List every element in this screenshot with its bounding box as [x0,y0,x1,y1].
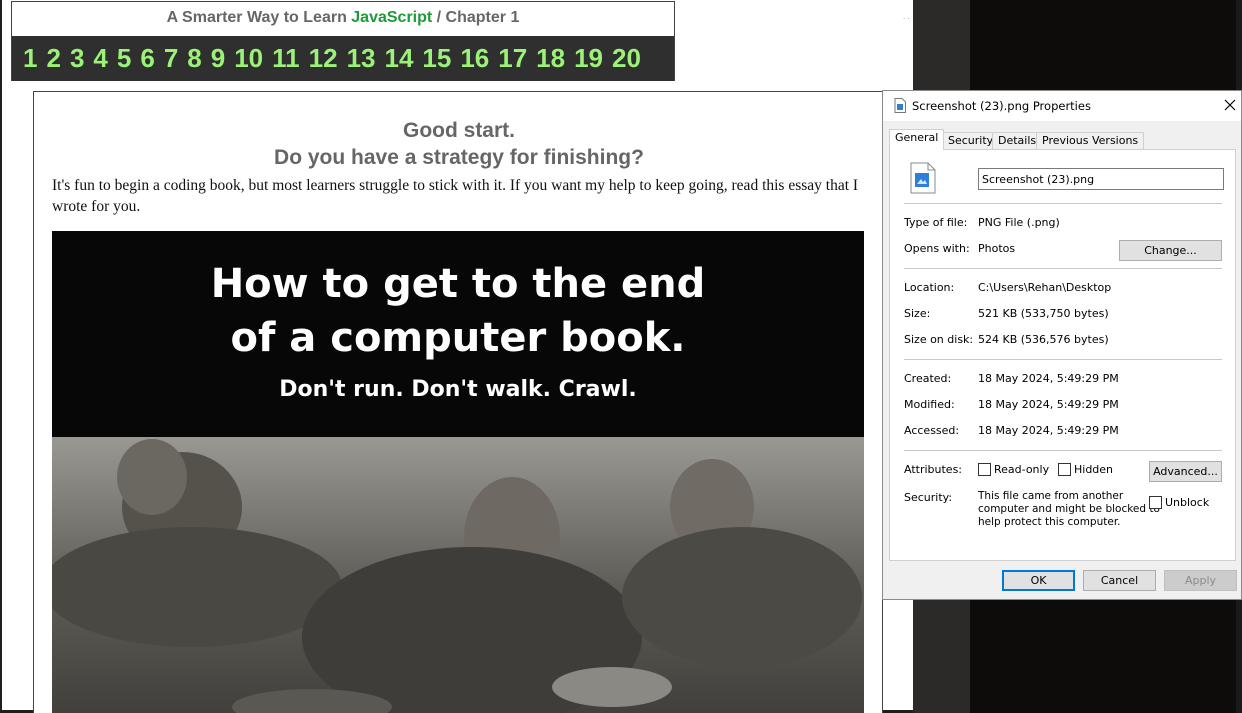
chapter-nav: 1 2 3 4 5 6 7 8 9 10 11 12 13 14 15 16 17 18 19 20 [12,36,674,81]
chapter-link[interactable]: 20 [612,43,641,74]
chapter-link[interactable]: 15 [422,43,451,74]
location-value: C:\Users\Rehan\Desktop [978,281,1112,294]
header-title: A Smarter Way to Learn JavaScript / Chap… [12,9,674,27]
book-header: A Smarter Way to Learn JavaScript / Chap… [11,1,675,81]
banner-headline: How to get to the end of a computer book… [210,261,706,361]
accessed-label: Accessed: [904,424,960,437]
png-file-large-icon [910,162,936,194]
tab-details[interactable]: Details [992,132,1043,149]
chapter-link[interactable]: 2 [46,43,60,74]
card-heading: Good start. Do you have a strategy for f… [34,117,882,171]
card-heading-line1: Good start. [402,119,515,142]
dialog-titlebar[interactable]: Screenshot (23).png Properties [883,91,1241,121]
content-card: Good start. Do you have a strategy for f… [33,91,883,713]
properties-dialog: Screenshot (23).png Properties General S… [882,90,1242,600]
divider [904,359,1222,360]
size-label: Size: [904,307,931,320]
unblock-label: Unblock [1165,496,1210,509]
opens-with-label: Opens with: [904,242,970,255]
chapter-link[interactable]: 10 [234,43,263,74]
chapter-link[interactable]: 13 [347,43,376,74]
change-button[interactable]: Change... [1119,240,1222,261]
type-of-file-value: PNG File (.png) [978,216,1060,229]
size-value: 521 KB (533,750 bytes) [978,307,1109,320]
type-of-file-label: Type of file: [904,216,968,229]
attributes-label: Attributes: [904,463,963,476]
advanced-button[interactable]: Advanced... [1149,461,1222,482]
ok-button[interactable]: OK [1002,570,1075,591]
security-label: Security: [904,491,953,504]
location-label: Location: [904,281,955,294]
title-chapter: / Chapter 1 [432,9,520,26]
mud-crawlers-photo [52,437,864,713]
accessed-value: 18 May 2024, 5:49:29 PM [978,424,1119,437]
read-only-checkbox[interactable] [978,463,991,476]
chapter-link[interactable]: 1 [23,43,37,74]
tab-previous-versions[interactable]: Previous Versions [1036,132,1145,149]
unblock-checkbox[interactable] [1149,496,1162,509]
chapter-link[interactable]: 14 [384,43,413,74]
chapter-link[interactable]: 9 [211,43,225,74]
card-heading-line2: Do you have a strategy for finishing? [274,146,644,169]
chapter-link[interactable]: 12 [309,43,338,74]
tab-general[interactable]: General [889,129,945,150]
chapter-link[interactable]: 11 [272,43,300,74]
divider [904,203,1222,204]
tab-security[interactable]: Security [942,132,1000,149]
banner-subheadline: Don't run. Don't walk. Crawl. [279,377,637,402]
chapter-link[interactable]: 7 [164,43,178,74]
chapter-link[interactable]: 19 [574,43,603,74]
title-brand[interactable]: JavaScript [351,9,432,26]
dialog-title: Screenshot (23).png Properties [912,99,1091,113]
hidden-checkbox[interactable] [1058,463,1071,476]
read-only-label: Read-only [994,463,1050,476]
modified-label: Modified: [904,398,955,411]
size-on-disk-label: Size on disk: [904,333,974,346]
created-value: 18 May 2024, 5:49:29 PM [978,372,1119,385]
chapter-link[interactable]: 5 [117,43,131,74]
file-name-field[interactable] [978,168,1224,190]
page-dots: . . [903,12,910,21]
chapter-link[interactable]: 8 [187,43,201,74]
page-left-border [0,0,2,713]
divider [904,450,1222,451]
chapter-link[interactable]: 4 [93,43,107,74]
divider [904,268,1222,269]
chapter-link[interactable]: 16 [460,43,489,74]
title-prefix: A Smarter Way to Learn [166,9,352,26]
chapter-link[interactable]: 3 [70,43,84,74]
png-file-icon [894,98,906,113]
chapter-link[interactable]: 18 [536,43,565,74]
general-tab-panel: Type of file: PNG File (.png) Opens with… [889,149,1236,561]
chapter-link[interactable]: 6 [140,43,154,74]
apply-button[interactable]: Apply [1164,570,1237,591]
chapter-link[interactable]: 17 [498,43,527,74]
close-icon[interactable] [1223,97,1237,113]
hidden-label: Hidden [1074,463,1114,476]
essay-banner-image[interactable]: How to get to the end of a computer book… [52,231,864,713]
created-label: Created: [904,372,952,385]
size-on-disk-value: 524 KB (536,576 bytes) [978,333,1109,346]
opens-with-value: Photos [978,242,1016,255]
modified-value: 18 May 2024, 5:49:29 PM [978,398,1119,411]
security-message: This file came from another computer and… [978,490,1160,528]
card-body-text: It's fun to begin a coding book, but mos… [52,177,859,215]
cancel-button[interactable]: Cancel [1083,570,1156,591]
